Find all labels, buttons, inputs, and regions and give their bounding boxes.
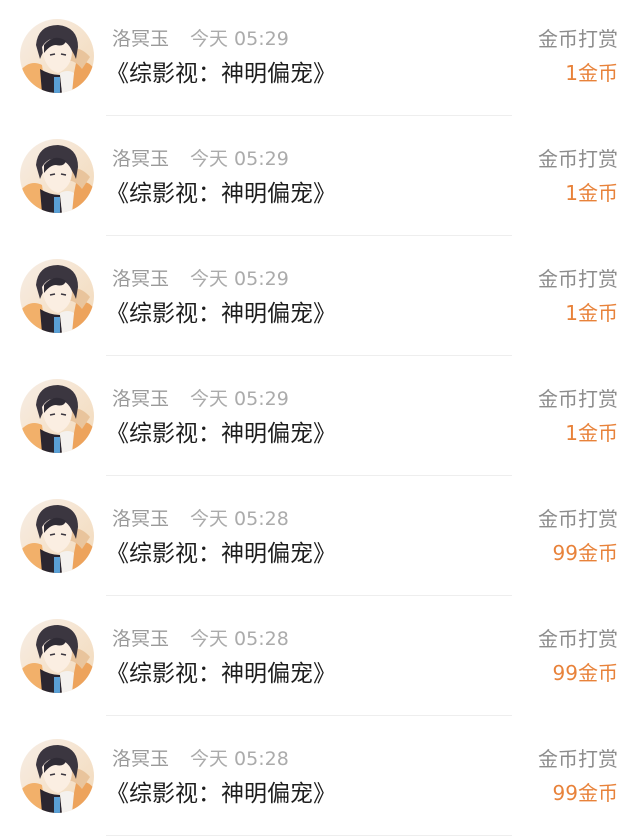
row-divider bbox=[106, 595, 512, 596]
reward-amount: 99金币 bbox=[552, 541, 618, 565]
row-divider bbox=[106, 715, 512, 716]
reward-record-row[interactable]: 洛冥玉 今天 05:29 《综影视：神明偏宠》 金币打赏 1金币 bbox=[0, 0, 640, 120]
reward-record-row[interactable]: 洛冥玉 今天 05:28 《综影视：神明偏宠》 金币打赏 99金币 bbox=[0, 600, 640, 720]
user-name[interactable]: 洛冥玉 bbox=[112, 386, 169, 412]
reward-amount: 1金币 bbox=[565, 301, 618, 325]
user-avatar[interactable] bbox=[20, 499, 94, 573]
record-timestamp: 今天 05:29 bbox=[190, 28, 289, 50]
record-timestamp: 今天 05:28 bbox=[190, 508, 289, 530]
user-avatar[interactable] bbox=[20, 139, 94, 213]
reward-type-label: 金币打赏 bbox=[538, 27, 618, 51]
user-name[interactable]: 洛冥玉 bbox=[112, 506, 169, 532]
book-title[interactable]: 《综影视：神明偏宠》 bbox=[106, 58, 336, 90]
reward-type-label: 金币打赏 bbox=[538, 147, 618, 171]
reward-type-label: 金币打赏 bbox=[538, 387, 618, 411]
reward-record-row[interactable]: 洛冥玉 今天 05:29 《综影视：神明偏宠》 金币打赏 1金币 bbox=[0, 120, 640, 240]
reward-record-row[interactable]: 洛冥玉 今天 05:28 《综影视：神明偏宠》 金币打赏 99金币 bbox=[0, 720, 640, 840]
record-timestamp: 今天 05:28 bbox=[190, 748, 289, 770]
reward-amount: 99金币 bbox=[552, 781, 618, 805]
book-title[interactable]: 《综影视：神明偏宠》 bbox=[106, 298, 336, 330]
user-avatar[interactable] bbox=[20, 739, 94, 813]
user-avatar[interactable] bbox=[20, 259, 94, 333]
reward-type-label: 金币打赏 bbox=[538, 267, 618, 291]
record-timestamp: 今天 05:29 bbox=[190, 388, 289, 410]
reward-record-row[interactable]: 洛冥玉 今天 05:29 《综影视：神明偏宠》 金币打赏 1金币 bbox=[0, 240, 640, 360]
book-title[interactable]: 《综影视：神明偏宠》 bbox=[106, 418, 336, 450]
user-avatar[interactable] bbox=[20, 379, 94, 453]
user-avatar[interactable] bbox=[20, 19, 94, 93]
book-title[interactable]: 《综影视：神明偏宠》 bbox=[106, 538, 336, 570]
row-divider bbox=[106, 235, 512, 236]
anime-avatar-icon bbox=[20, 19, 94, 93]
row-divider bbox=[106, 355, 512, 356]
reward-amount: 99金币 bbox=[552, 661, 618, 685]
reward-type-label: 金币打赏 bbox=[538, 507, 618, 531]
reward-amount: 1金币 bbox=[565, 181, 618, 205]
row-divider bbox=[106, 475, 512, 476]
user-name[interactable]: 洛冥玉 bbox=[112, 746, 169, 772]
user-name[interactable]: 洛冥玉 bbox=[112, 146, 169, 172]
book-title[interactable]: 《综影视：神明偏宠》 bbox=[106, 658, 336, 690]
anime-avatar-icon bbox=[20, 259, 94, 333]
anime-avatar-icon bbox=[20, 619, 94, 693]
reward-type-label: 金币打赏 bbox=[538, 747, 618, 771]
reward-record-list: 洛冥玉 今天 05:29 《综影视：神明偏宠》 金币打赏 1金币 洛冥玉 今天 … bbox=[0, 0, 640, 840]
reward-record-row[interactable]: 洛冥玉 今天 05:28 《综影视：神明偏宠》 金币打赏 99金币 bbox=[0, 480, 640, 600]
user-name[interactable]: 洛冥玉 bbox=[112, 26, 169, 52]
record-timestamp: 今天 05:29 bbox=[190, 148, 289, 170]
record-timestamp: 今天 05:28 bbox=[190, 628, 289, 650]
reward-amount: 1金币 bbox=[565, 61, 618, 85]
record-timestamp: 今天 05:29 bbox=[190, 268, 289, 290]
book-title[interactable]: 《综影视：神明偏宠》 bbox=[106, 178, 336, 210]
user-avatar[interactable] bbox=[20, 619, 94, 693]
reward-amount: 1金币 bbox=[565, 421, 618, 445]
anime-avatar-icon bbox=[20, 499, 94, 573]
anime-avatar-icon bbox=[20, 739, 94, 813]
user-name[interactable]: 洛冥玉 bbox=[112, 626, 169, 652]
row-divider bbox=[106, 115, 512, 116]
reward-record-row[interactable]: 洛冥玉 今天 05:29 《综影视：神明偏宠》 金币打赏 1金币 bbox=[0, 360, 640, 480]
anime-avatar-icon bbox=[20, 139, 94, 213]
reward-type-label: 金币打赏 bbox=[538, 627, 618, 651]
anime-avatar-icon bbox=[20, 379, 94, 453]
row-divider bbox=[106, 835, 512, 836]
user-name[interactable]: 洛冥玉 bbox=[112, 266, 169, 292]
book-title[interactable]: 《综影视：神明偏宠》 bbox=[106, 778, 336, 810]
